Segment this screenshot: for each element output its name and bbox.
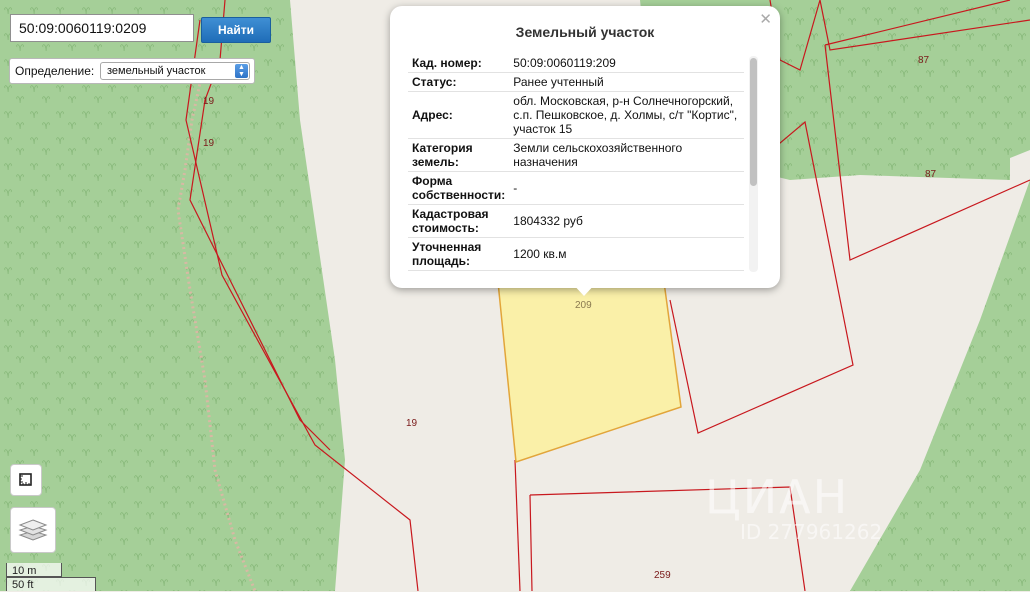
find-button[interactable]: Найти [201, 17, 271, 43]
layers-icon [18, 519, 48, 541]
parcel-info-popup: ✕ Земельный участок Кад. номер: 50:09:00… [390, 6, 780, 288]
info-row: Уточненная площадь: 1200 кв.м [408, 237, 744, 271]
info-row: Форма собственности: - [408, 171, 744, 205]
watermark-brand: ЦИАН [705, 470, 850, 524]
parcel-label-19: 19 [406, 418, 418, 429]
info-key: Уточненная площадь: [408, 237, 510, 271]
popup-pointer [571, 282, 597, 296]
scale-bar: 10 m 50 ft [6, 563, 96, 591]
info-row: Адрес: обл. Московская, р-н Солнечногорс… [408, 91, 744, 139]
parcel-label-87: 87 [925, 169, 937, 180]
info-value: 1804332 руб [509, 204, 744, 238]
select-arrows-icon: ▲ ▼ [235, 64, 248, 78]
parcel-info-table: Кад. номер: 50:09:0060119:209 Статус: Ра… [408, 54, 744, 271]
parcel-label-209: 209 [575, 300, 592, 311]
parcel-label-87: 87 [918, 55, 930, 66]
cian-watermark: ЦИАН ID 277961262 [705, 470, 882, 544]
parcel-label-259: 259 [654, 570, 671, 581]
popup-scrollbar-thumb[interactable] [750, 58, 757, 186]
definition-label: Определение: [15, 64, 95, 78]
info-value: Земли сельскохозяйственного назначения [509, 138, 744, 172]
info-key: Форма собственности: [408, 171, 510, 205]
popup-title: Земельный участок [515, 24, 655, 40]
layers-button[interactable] [10, 507, 56, 553]
info-row: Кадастровая стоимость: 1804332 руб [408, 204, 744, 238]
info-value: 1200 кв.м [509, 237, 744, 271]
watermark-id: ID 277961262 [740, 520, 883, 544]
definition-panel: Определение: земельный участок ▲ ▼ [9, 58, 255, 84]
info-key: Кад. номер: [408, 54, 510, 73]
ruler-tool-button[interactable] [10, 464, 42, 496]
info-key: Адрес: [408, 91, 510, 139]
parcel-label-19: 19 [203, 138, 215, 149]
info-row: Статус: Ранее учтенный [408, 72, 744, 92]
parcel-label-19: 19 [203, 96, 215, 107]
info-row: Кад. номер: 50:09:0060119:209 [408, 54, 744, 73]
scale-imperial: 50 ft [6, 577, 96, 591]
ruler-icon [19, 473, 32, 486]
info-key: Кадастровая стоимость: [408, 204, 510, 238]
info-value: 50:09:0060119:209 [509, 54, 744, 73]
search-box[interactable] [10, 14, 194, 42]
cadastral-search-input[interactable] [11, 15, 193, 41]
info-value: обл. Московская, р-н Солнечногорский, с.… [509, 91, 744, 139]
definition-selected-value: земельный участок [107, 65, 206, 77]
scale-metric: 10 m [6, 563, 62, 577]
info-row: Категория земель: Земли сельскохозяйстве… [408, 138, 744, 172]
definition-select[interactable]: земельный участок ▲ ▼ [100, 62, 250, 80]
info-value: Ранее учтенный [509, 72, 744, 92]
info-value: - [509, 171, 744, 205]
info-key: Категория земель: [408, 138, 510, 172]
popup-body[interactable]: Кад. номер: 50:09:0060119:209 Статус: Ра… [408, 54, 744, 273]
info-key: Статус: [408, 72, 510, 92]
